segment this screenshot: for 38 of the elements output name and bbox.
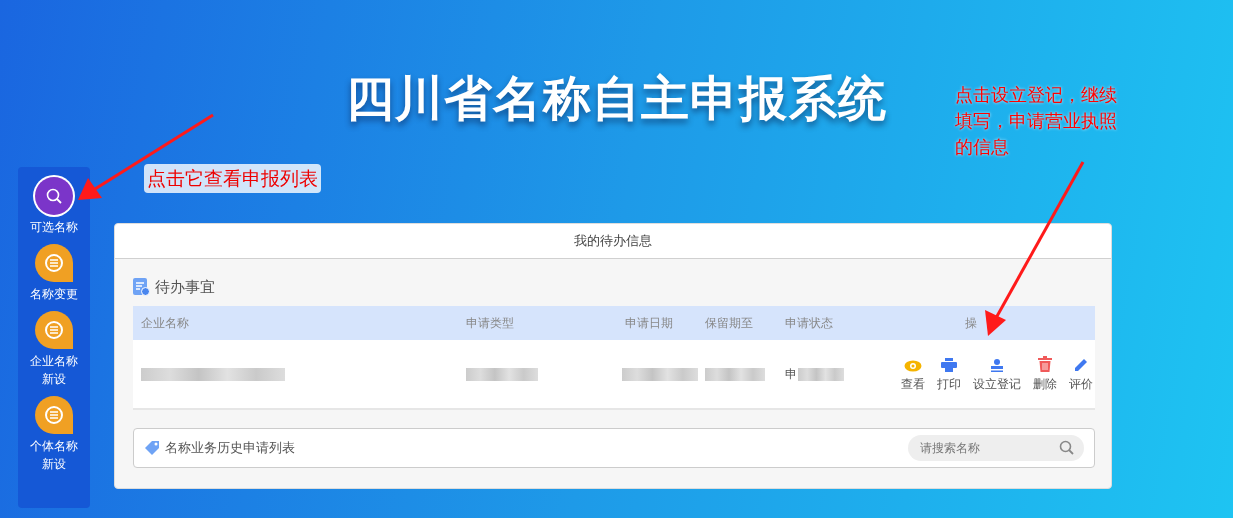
action-link[interactable]: 查看 [901,359,925,393]
table-cell-text: 申 [785,366,797,383]
sidebar-item-label[interactable]: 可选名称 [28,218,80,236]
sidebar-item-label[interactable]: 企业名称新设 [28,352,80,388]
section-heading: 名称业务历史申请列表 [165,439,295,458]
trash-icon [1038,355,1052,372]
page-title: 四川省名称自主申报系统 [345,69,888,128]
search-icon[interactable] [35,177,73,215]
annotation-text: 点击设立登记，继续填写，申请营业执照的信息 [955,83,1118,159]
blurred-text [466,367,538,381]
search-field[interactable]: 请搜索名称 [908,435,1084,461]
action-link[interactable]: 评价 [1069,356,1093,393]
action-link[interactable]: 删除 [1033,355,1057,393]
sidebar-item-label[interactable]: 名称变更 [28,285,80,303]
column-header: 保留期至 [705,315,754,332]
printer-icon [941,357,957,372]
column-header: 操 [964,315,978,332]
column-header: 申请日期 [625,315,674,332]
blurred-text [798,367,844,381]
list-icon[interactable] [35,311,73,349]
annotation-text: 点击它查看申报列表 [144,164,321,193]
pencil-icon [1073,356,1089,372]
card-title: 我的待办信息 [574,232,652,251]
blurred-text [705,367,765,381]
eye-icon [904,359,922,372]
section-heading: 待办事宜 [155,276,215,298]
action-link[interactable]: 打印 [937,357,961,393]
search-icon[interactable] [1059,440,1074,455]
column-header: 企业名称 [141,315,190,332]
column-header: 申请状态 [785,315,834,332]
list-icon[interactable] [35,244,73,282]
document-clock-icon [133,278,150,296]
stamp-icon [990,357,1004,372]
column-header: 申请类型 [466,315,515,332]
sidebar-item-label[interactable]: 个体名称新设 [28,437,80,473]
list-icon[interactable] [35,396,73,434]
action-link[interactable]: 设立登记 [973,357,1021,393]
tag-icon [144,440,160,456]
